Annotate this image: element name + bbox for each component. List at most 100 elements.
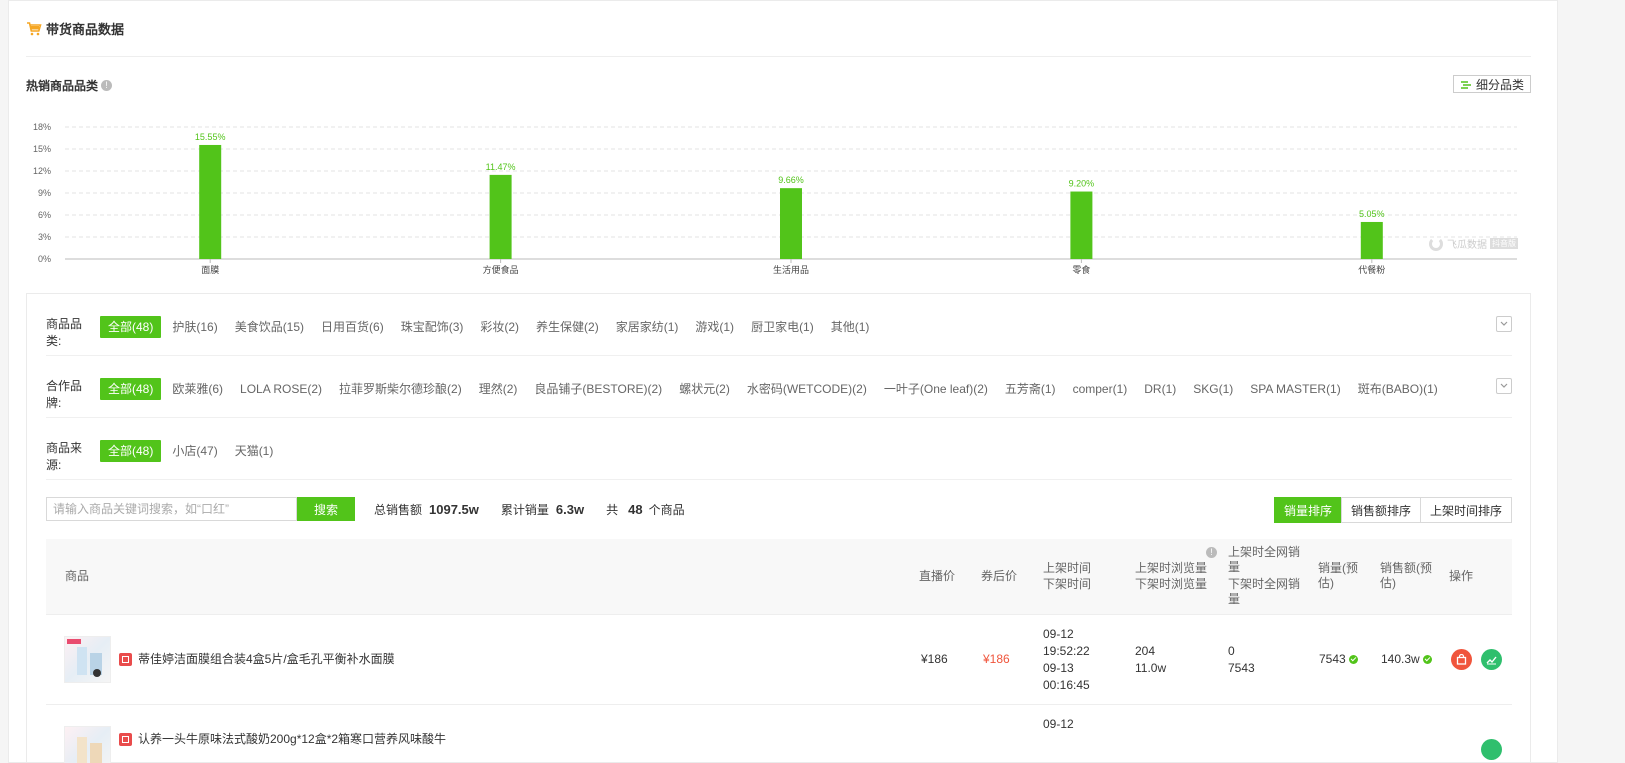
search-row: 搜索 总销售额 1097.5w 累计销量 6.3w 共 48 个商品 销量排序 … <box>46 497 1512 527</box>
shop-icon <box>119 653 132 666</box>
bar <box>1360 221 1383 259</box>
live-price: ¥186 <box>921 652 948 666</box>
net-sales-on: 0 <box>1228 644 1235 658</box>
brand-option[interactable]: 一叶子(One leaf)(2) <box>884 378 988 400</box>
brand-option[interactable]: 五芳斋(1) <box>1005 378 1056 400</box>
shopping-bag-button[interactable] <box>1451 649 1472 670</box>
trend-chart-button[interactable] <box>1481 739 1502 760</box>
data-card: 带货商品数据 热销商品品类 ! 细分品类 0% 3% 6% 9% 12% 15% 18% 15… <box>8 0 1558 763</box>
sort-by-volume-button[interactable]: 销量排序 <box>1273 497 1342 523</box>
sales-cell: 7543 <box>1319 651 1358 668</box>
product-count: 48 <box>628 501 643 517</box>
revenue-value: 140.3w <box>1381 652 1420 666</box>
product-thumbnail[interactable] <box>64 636 111 683</box>
x-tick-label: 面膜 <box>201 265 219 275</box>
category-option[interactable]: 其他(1) <box>831 316 870 338</box>
category-option[interactable]: 彩妆(2) <box>480 316 519 338</box>
search-input[interactable] <box>46 497 297 521</box>
category-option[interactable]: 厨卫家电(1) <box>751 316 814 338</box>
on-date: 09-12 <box>1043 627 1074 641</box>
subcategory-label: 细分品类 <box>1475 77 1524 92</box>
th-sales: 销量(预估) <box>1318 561 1358 590</box>
brand-option[interactable]: 理然(2) <box>479 378 518 400</box>
filter-label-category: 商品品类: <box>46 317 83 348</box>
product-name[interactable]: 蒂佳婷洁面膜组合装4盒5片/盒毛孔平衡补水面膜 <box>138 651 395 668</box>
th-coupon-price: 券后价 <box>981 569 1018 583</box>
source-option[interactable]: 全部(48) <box>100 440 162 462</box>
category-option[interactable]: 日用百货(6) <box>321 316 384 338</box>
th-net-on: 上架时全网销量 <box>1228 545 1301 574</box>
brand-option[interactable]: 欧莱雅(6) <box>172 378 223 400</box>
brand-option[interactable]: 螺状元(2) <box>679 378 730 400</box>
y-tick-label: 15% <box>33 144 51 154</box>
on-time: 19:52:22 <box>1043 644 1090 658</box>
source-option[interactable]: 小店(47) <box>172 440 217 462</box>
category-option[interactable]: 美食饮品(15) <box>235 316 304 338</box>
section-title: 带货商品数据 <box>46 22 125 37</box>
expand-category-button[interactable] <box>1496 316 1512 332</box>
chevron-down-icon <box>1500 383 1508 388</box>
off-time: 00:16:45 <box>1043 678 1090 692</box>
filter-options-category: 全部(48) 护肤(16) 美食饮品(15) 日用百货(6) 珠宝配饰(3) 彩妆(2) 养… <box>100 316 886 338</box>
x-tick-label: 零食 <box>1072 264 1090 275</box>
th-time-off: 下架时间 <box>1043 577 1092 591</box>
watermark: 飞瓜数据 抖音版 <box>1429 236 1518 251</box>
subcategory-button[interactable]: 细分品类 <box>1452 75 1531 93</box>
category-option[interactable]: 全部(48) <box>100 316 162 338</box>
chart-svg: 0% 3% 6% 9% 12% 15% 18% 15.55% 面膜 11.47% 方便食品 9.66%… <box>33 122 1517 275</box>
th-net-off: 下架时全网销量 <box>1228 577 1301 606</box>
brand-option[interactable]: 斑布(BABO)(1) <box>1358 378 1438 400</box>
expand-brand-button[interactable] <box>1496 378 1512 394</box>
y-tick-label: 18% <box>33 122 51 132</box>
brand-option[interactable]: 良品铺子(BESTORE)(2) <box>534 378 662 400</box>
category-option[interactable]: 护肤(16) <box>172 316 217 338</box>
watermark-text: 飞瓜数据 <box>1447 240 1487 251</box>
th-views-off: 下架时浏览量 <box>1135 577 1208 591</box>
product-thumbnail[interactable] <box>64 726 111 763</box>
brand-option[interactable]: comper(1) <box>1073 378 1128 400</box>
total-volume-label: 累计销量 <box>500 502 549 517</box>
bar-value-label: 15.55% <box>195 132 226 142</box>
brand-option[interactable]: 水密码(WETCODE)(2) <box>747 378 867 400</box>
summary-stats: 总销售额 1097.5w 累计销量 6.3w 共 48 个商品 <box>374 497 685 521</box>
shop-icon <box>119 733 132 746</box>
cart-icon <box>26 21 42 37</box>
category-option[interactable]: 家居家纺(1) <box>616 316 679 338</box>
bar-value-label: 11.47% <box>486 162 516 172</box>
sort-by-revenue-button[interactable]: 销售额排序 <box>1340 497 1421 523</box>
brand-option[interactable]: LOLA ROSE(2) <box>240 378 322 400</box>
bar <box>489 174 512 259</box>
x-tick-label: 生活用品 <box>773 264 809 275</box>
th-views-on: 上架时浏览量 <box>1135 561 1208 575</box>
filter-options-brand: 全部(48) 欧莱雅(6) LOLA ROSE(2) 拉菲罗斯柴尔德珍酿(2) 理然(2… <box>100 378 1455 400</box>
filter-label-brand: 合作品牌: <box>46 379 83 410</box>
filter-label-source: 商品来源: <box>46 441 83 472</box>
brand-option[interactable]: DR(1) <box>1144 378 1176 400</box>
sort-button-group: 销量排序 销售额排序 上架时间排序 <box>1273 497 1512 523</box>
table-row[interactable]: 蒂佳婷洁面膜组合装4盒5片/盒毛孔平衡补水面膜 ¥186 ¥186 09-12 … <box>46 615 1512 705</box>
th-product: 商品 <box>65 569 90 583</box>
brand-option[interactable]: SKG(1) <box>1193 378 1233 400</box>
y-tick-label: 3% <box>38 232 51 242</box>
product-name[interactable]: 认养一头牛原味法式酸奶200g*12盒*2箱寒口营养风味酸牛 <box>138 731 446 748</box>
info-icon[interactable]: ! <box>101 79 113 91</box>
trend-chart-icon <box>1486 656 1497 665</box>
category-option[interactable]: 养生保健(2) <box>536 316 599 338</box>
brand-option[interactable]: 全部(48) <box>100 378 162 400</box>
category-option[interactable]: 游戏(1) <box>695 316 734 338</box>
net-sales-off: 7543 <box>1228 661 1255 675</box>
source-option[interactable]: 天猫(1) <box>235 440 274 462</box>
brand-option[interactable]: SPA MASTER(1) <box>1250 378 1340 400</box>
bar <box>199 144 222 259</box>
sort-by-time-button[interactable]: 上架时间排序 <box>1419 497 1512 523</box>
total-volume-value: 6.3w <box>555 501 585 517</box>
trend-chart-button[interactable] <box>1481 649 1502 670</box>
table-row[interactable]: 认养一头牛原味法式酸奶200g*12盒*2箱寒口营养风味酸牛 09-12 <box>46 705 1512 763</box>
views-info-icon[interactable]: ! <box>1206 547 1217 558</box>
category-option[interactable]: 珠宝配饰(3) <box>401 316 464 338</box>
search-button[interactable]: 搜索 <box>297 497 355 521</box>
count-suffix: 个商品 <box>648 502 685 517</box>
filter-options-source: 全部(48) 小店(47) 天猫(1) <box>100 440 290 462</box>
brand-option[interactable]: 拉菲罗斯柴尔德珍酿(2) <box>339 378 462 400</box>
bar <box>1070 191 1093 259</box>
